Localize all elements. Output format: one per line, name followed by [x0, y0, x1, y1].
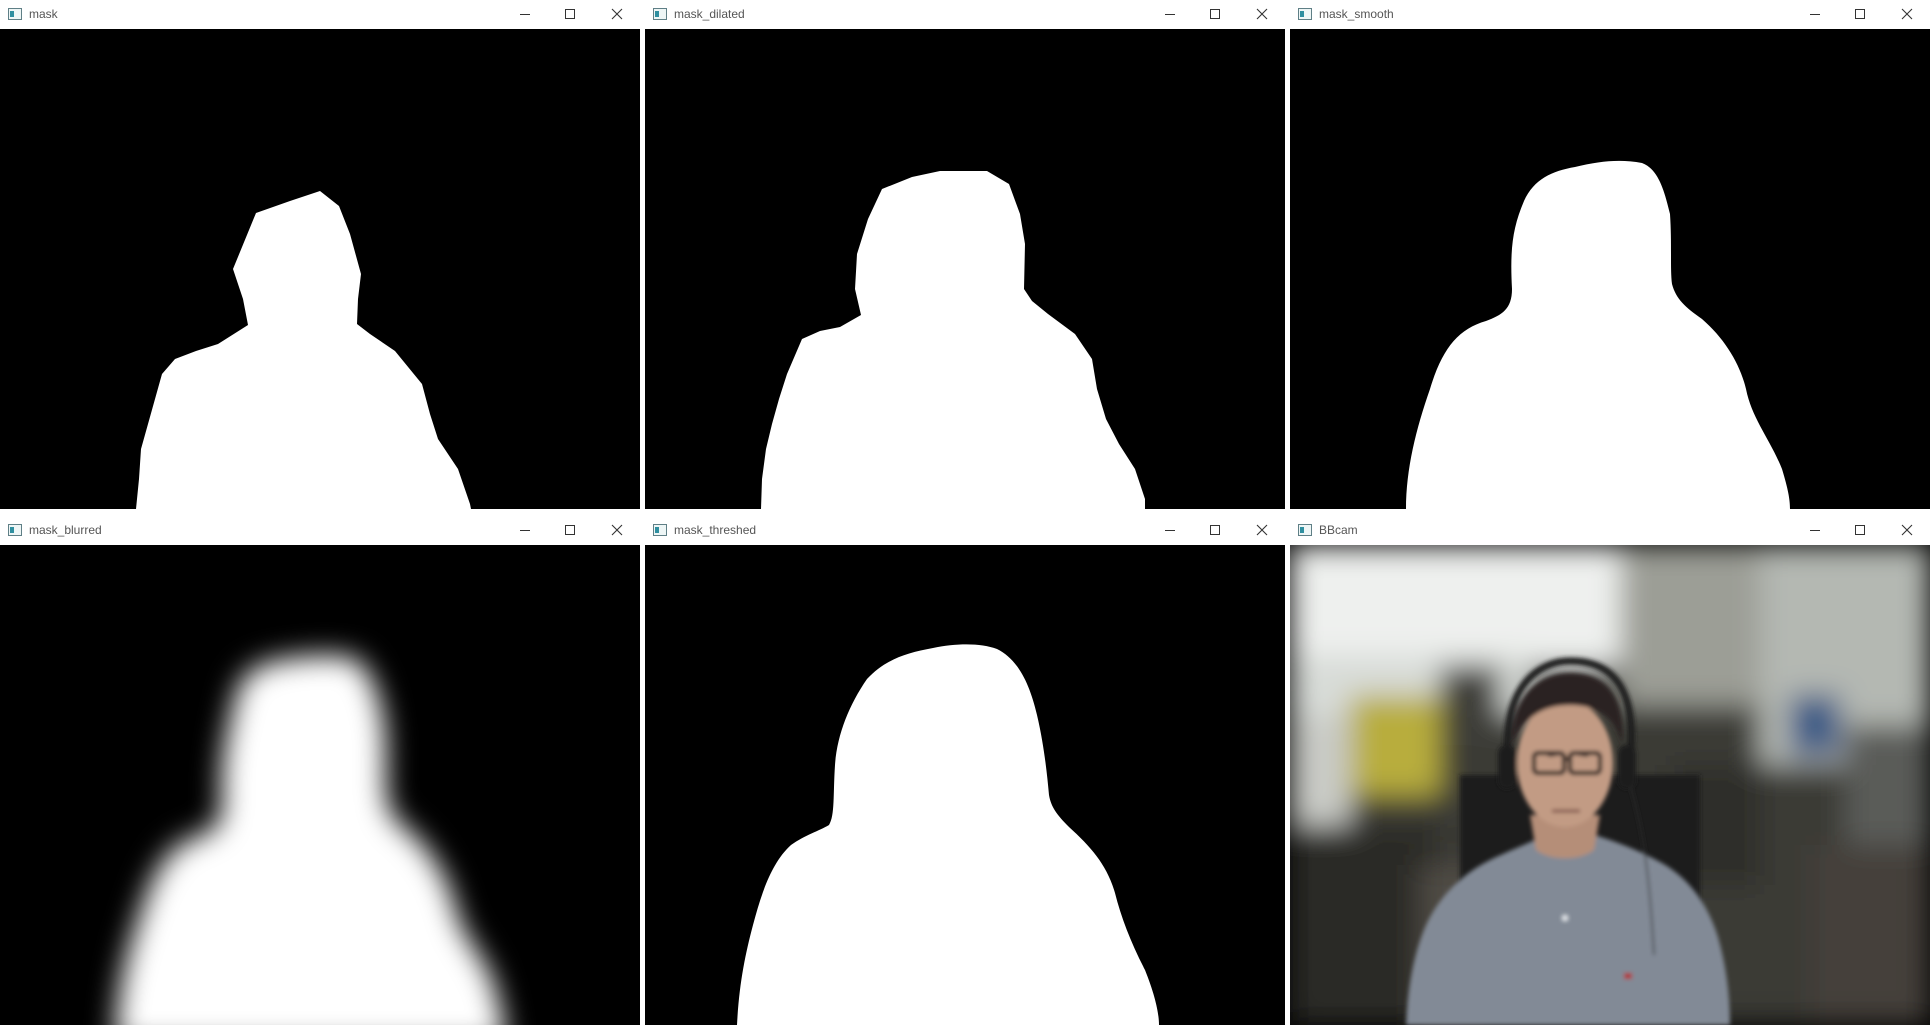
app-window-icon	[653, 8, 667, 20]
app-window-icon	[8, 524, 22, 536]
titlebar[interactable]: mask_smooth	[1290, 0, 1930, 29]
minimize-icon[interactable]	[1804, 4, 1826, 24]
mask-silhouette	[737, 644, 1159, 1025]
window-title: mask_dilated	[674, 7, 745, 21]
mask-silhouette	[116, 655, 504, 1025]
mask-silhouette	[1406, 160, 1790, 509]
close-icon[interactable]	[1896, 520, 1918, 540]
maximize-icon[interactable]	[559, 4, 581, 24]
maximize-icon[interactable]	[1204, 4, 1226, 24]
minimize-icon[interactable]	[514, 520, 536, 540]
titlebar[interactable]: mask_threshed	[645, 516, 1285, 545]
minimize-icon[interactable]	[1159, 520, 1181, 540]
window-title: mask_threshed	[674, 523, 757, 537]
window-title: mask_blurred	[29, 523, 102, 537]
mask-silhouette	[761, 171, 1145, 509]
app-window-icon	[653, 524, 667, 536]
window-mask[interactable]: mask	[0, 0, 640, 509]
window-mask-threshed[interactable]: mask_threshed	[645, 516, 1285, 1025]
app-window-icon	[8, 8, 22, 20]
mask-silhouette	[136, 191, 471, 509]
titlebar[interactable]: mask_dilated	[645, 0, 1285, 29]
maximize-icon[interactable]	[1849, 4, 1871, 24]
mask-dilated-image	[645, 29, 1285, 509]
mask-image	[0, 29, 640, 509]
mask-threshed-image	[645, 545, 1285, 1025]
window-title: mask_smooth	[1319, 7, 1394, 21]
maximize-icon[interactable]	[1849, 520, 1871, 540]
close-icon[interactable]	[1896, 4, 1918, 24]
app-window-icon	[1298, 524, 1312, 536]
camera-feed	[1290, 545, 1930, 1025]
close-icon[interactable]	[1251, 520, 1273, 540]
window-mask-smooth[interactable]: mask_smooth	[1290, 0, 1930, 509]
app-window-icon	[1298, 8, 1312, 20]
titlebar[interactable]: BBcam	[1290, 516, 1930, 545]
minimize-icon[interactable]	[1804, 520, 1826, 540]
window-mask-blurred[interactable]: mask_blurred	[0, 516, 640, 1025]
maximize-icon[interactable]	[559, 520, 581, 540]
minimize-icon[interactable]	[1159, 4, 1181, 24]
window-title: mask	[29, 7, 58, 21]
titlebar[interactable]: mask_blurred	[0, 516, 640, 545]
mask-blurred-image	[0, 545, 640, 1025]
maximize-icon[interactable]	[1204, 520, 1226, 540]
minimize-icon[interactable]	[514, 4, 536, 24]
close-icon[interactable]	[606, 520, 628, 540]
window-mask-dilated[interactable]: mask_dilated	[645, 0, 1285, 509]
window-title: BBcam	[1319, 523, 1358, 537]
close-icon[interactable]	[1251, 4, 1273, 24]
close-icon[interactable]	[606, 4, 628, 24]
window-bbcam[interactable]: BBcam	[1290, 516, 1930, 1025]
mask-smooth-image	[1290, 29, 1930, 509]
titlebar[interactable]: mask	[0, 0, 640, 29]
